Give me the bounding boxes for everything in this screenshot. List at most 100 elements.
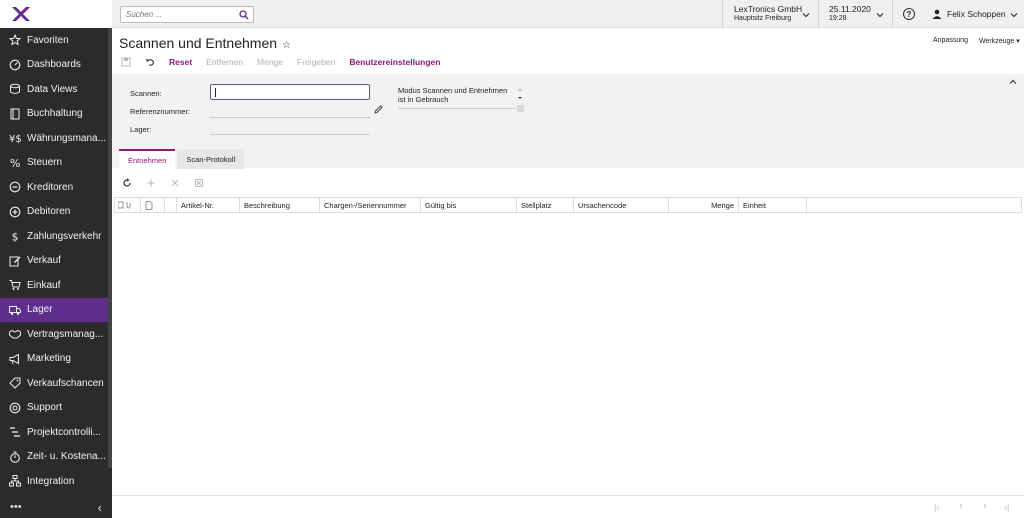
grid-body: [114, 213, 1022, 493]
sidebar-nav: Favoriten Dashboards Data Views Buchhaltung…: [0, 28, 112, 494]
text-cursor: [215, 88, 216, 97]
chevron-down-icon[interactable]: [1010, 11, 1018, 19]
tasks-icon: [9, 426, 21, 438]
search-box[interactable]: [120, 6, 254, 23]
spacer-column: [165, 198, 177, 212]
help-icon[interactable]: ?: [903, 8, 915, 20]
add-row-icon[interactable]: [146, 178, 156, 188]
column-header[interactable]: Chargen-/Seriennummer: [320, 198, 421, 212]
next-page-button[interactable]: ›: [983, 500, 993, 512]
quantity-button[interactable]: Menge: [257, 57, 283, 67]
delete-row-icon[interactable]: [170, 178, 180, 188]
sidebar-item-einkauf[interactable]: Einkauf: [0, 273, 112, 298]
sitemap-icon: [9, 475, 21, 487]
attachment-column[interactable]: [141, 198, 165, 212]
page-title: Scannen und Entnehmen ☆: [119, 35, 291, 51]
save-icon[interactable]: [121, 57, 131, 67]
grid-toolbar: [122, 178, 218, 188]
undo-icon[interactable]: [145, 57, 155, 67]
business-date-selector[interactable]: 25.11.2020 19:28: [829, 5, 871, 23]
warehouse-field[interactable]: [210, 119, 370, 135]
company-selector[interactable]: LexTronics GmbH Hauptsitz Freiburg: [734, 5, 802, 23]
customize-button[interactable]: Anpassung: [933, 37, 968, 44]
scan-label: Scannen:: [130, 89, 162, 98]
sidebar-item-label: Debitoren: [27, 206, 71, 218]
collapse-sidebar-button[interactable]: ‹: [98, 500, 102, 515]
sidebar-item-label: Data Views: [27, 83, 78, 95]
topbar-divider: [818, 0, 819, 28]
reset-button[interactable]: Reset: [169, 57, 192, 67]
star-icon: [9, 34, 21, 46]
reference-number-field[interactable]: [210, 102, 370, 118]
column-header[interactable]: Einheit: [739, 198, 807, 212]
sidebar-item-data-views[interactable]: Data Views: [0, 77, 112, 102]
column-header[interactable]: Beschreibung: [240, 198, 320, 212]
sidebar-item-lager[interactable]: Lager: [0, 297, 112, 322]
business-date: 25.11.2020: [829, 4, 871, 14]
topbar-divider: [722, 0, 723, 28]
clear-icon[interactable]: [194, 178, 204, 188]
sidebar-item-label: Währungsmana...: [27, 132, 106, 144]
sidebar-item-support[interactable]: Support: [0, 396, 112, 421]
sidebar-item-label: Kreditoren: [27, 181, 74, 193]
chevron-down-icon[interactable]: [876, 11, 884, 19]
sidebar-item-label: Zeit- u. Kostena...: [27, 451, 106, 463]
sidebar-item-verkauf[interactable]: Verkauf: [0, 249, 112, 274]
mode-scrollbar[interactable]: [515, 86, 525, 112]
dollar-icon: $: [9, 230, 21, 243]
tab-entnehmen[interactable]: Entnehmen: [119, 149, 176, 169]
prev-page-button[interactable]: ‹: [959, 500, 969, 512]
branch-name: Hauptsitz Freiburg: [734, 15, 792, 22]
favorite-star-icon[interactable]: ☆: [282, 40, 291, 51]
lifebuoy-icon: [9, 402, 21, 414]
sidebar-item-vertragsmanag[interactable]: Vertragsmanag...: [0, 322, 112, 347]
truck-icon: [9, 304, 21, 316]
sidebar-item-zahlungsverkehr[interactable]: $ Zahlungsverkehr: [0, 224, 112, 249]
sidebar-item-projektcontrolli[interactable]: Projektcontrolli...: [0, 420, 112, 445]
row-selector-column[interactable]: [115, 198, 141, 212]
remove-button[interactable]: Entfernen: [206, 57, 243, 67]
column-header[interactable]: Artikel-Nr.: [177, 198, 240, 212]
warehouse-label: Lager:: [130, 125, 152, 134]
refresh-icon[interactable]: [122, 178, 132, 188]
sidebar-item-verkaufschancen[interactable]: Verkaufschancen: [0, 371, 112, 396]
more-menu-button[interactable]: •••: [10, 501, 22, 513]
sidebar-item-zeit-u-kostena[interactable]: Zeit- u. Kostena...: [0, 445, 112, 470]
sidebar-item-buchhaltung[interactable]: Buchhaltung: [0, 102, 112, 127]
release-button[interactable]: Freigeben: [297, 57, 335, 67]
column-header[interactable]: Menge: [669, 198, 739, 212]
action-toolbar: Reset Entfernen Menge Freigeben Benutzer…: [121, 55, 454, 69]
scan-form-panel: Scannen: Referenznummer: Lager: Modus Sc…: [112, 74, 1024, 168]
search-icon[interactable]: [239, 10, 249, 20]
sidebar: Favoriten Dashboards Data Views Buchhaltung…: [0, 0, 112, 518]
user-menu[interactable]: Felix Schoppen: [932, 9, 1006, 19]
column-header[interactable]: Gültig bis: [421, 198, 517, 212]
first-page-button[interactable]: |‹: [934, 502, 944, 512]
pencil-icon[interactable]: [374, 105, 383, 114]
chevron-down-icon[interactable]: [802, 11, 810, 19]
user-settings-button[interactable]: Benutzereinstellungen: [349, 57, 440, 67]
app-logo[interactable]: [0, 0, 112, 28]
notes-files-icon: [118, 201, 131, 209]
sidebar-item-label: Verkauf: [27, 255, 61, 267]
chevron-up-icon[interactable]: [1009, 78, 1017, 86]
sidebar-item-integration[interactable]: Integration: [0, 469, 112, 494]
sidebar-item-debitoren[interactable]: Debitoren: [0, 200, 112, 225]
sidebar-item-favoriten[interactable]: Favoriten: [0, 28, 112, 53]
sidebar-item-währungsmana[interactable]: ¥$ Währungsmana...: [0, 126, 112, 151]
tag-icon: [9, 377, 21, 389]
sidebar-item-label: Zahlungsverkehr: [27, 230, 102, 242]
pager: |‹ ‹ › ›|: [112, 495, 1024, 518]
column-header[interactable]: Ursachencode: [574, 198, 669, 212]
column-header[interactable]: Stellplatz: [517, 198, 574, 212]
scan-input[interactable]: [210, 84, 370, 100]
last-page-button[interactable]: ›|: [1004, 502, 1014, 512]
sidebar-item-kreditoren[interactable]: Kreditoren: [0, 175, 112, 200]
tab-scan-protokoll[interactable]: Scan-Protokoll: [177, 149, 245, 169]
sidebar-item-dashboards[interactable]: Dashboards: [0, 53, 112, 78]
sidebar-item-marketing[interactable]: Marketing: [0, 347, 112, 372]
sidebar-item-steuern[interactable]: % Steuern: [0, 151, 112, 176]
tools-menu-button[interactable]: Werkzeuge ▾: [979, 37, 1020, 45]
plus-circle-icon: [9, 206, 21, 218]
search-input[interactable]: [121, 7, 231, 22]
